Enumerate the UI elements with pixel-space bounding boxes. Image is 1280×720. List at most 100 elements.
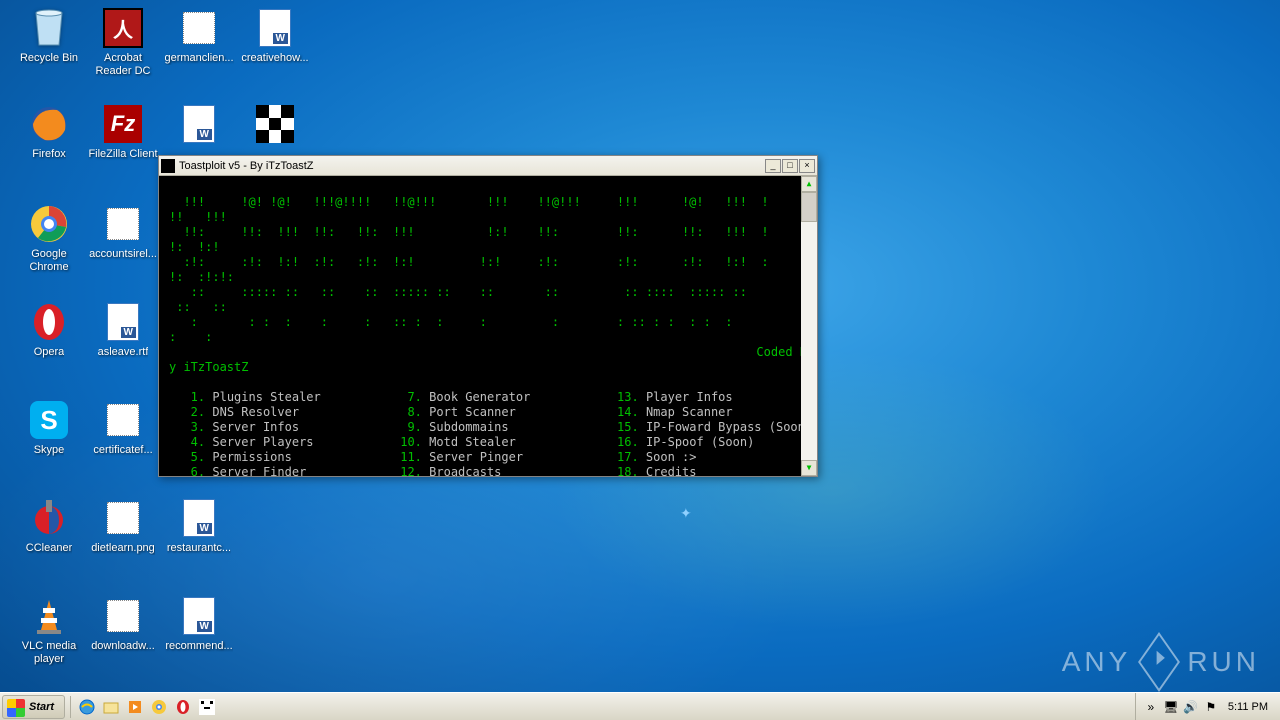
console-window[interactable]: Toastploit v5 - By iTzToastZ _ □ × !!! !… [158,155,818,477]
desktop-icon[interactable]: Opera [12,302,86,382]
placeholder-icon [103,498,143,538]
explorer-icon[interactable] [102,698,120,716]
start-button[interactable]: Start [2,695,65,719]
ccleaner-icon [29,498,69,538]
desktop-icon-label: restaurantc... [167,542,231,555]
desktop-icon[interactable]: Recycle Bin [12,8,86,88]
desktop-icon-label: Skype [34,444,65,457]
banner-row: !!! !@! !@! !!!@!!!! !!@!!! !!! !!@!!! !… [169,195,769,209]
desktop-icon[interactable]: restaurantc... [162,498,236,578]
desktop-icon-label: asleave.rtf [98,346,149,359]
desktop-icon[interactable]: asleave.rtf [86,302,160,382]
close-button[interactable]: × [799,159,815,173]
scroll-thumb[interactable] [801,192,817,222]
desktop-icon[interactable]: certificatef... [86,400,160,480]
desktop-icon[interactable]: Firefox [12,104,86,184]
clock[interactable]: 5:11 PM [1224,701,1272,713]
system-tray[interactable]: » 🖥 🔊 ⚑ 5:11 PM [1135,693,1280,720]
doc-icon [179,596,219,636]
quicklaunch [74,698,220,716]
desktop-icon-label: CCleaner [26,542,72,555]
scroll-down-button[interactable]: ▼ [801,460,817,476]
desktop-icon-label: dietlearn.png [91,542,155,555]
menu-row: 5. Permissions 11. Server Pinger 17. Soo… [169,450,807,465]
menu-row: 4. Server Players 10. Motd Stealer 16. I… [169,435,807,450]
banner-row: : : : : : : :: : : : : : :: : : : : : [169,315,733,329]
banner-row: : : [169,330,212,344]
acrobat-icon: 人 [103,8,143,48]
console-body[interactable]: !!! !@! !@! !!!@!!!! !!@!!! !!! !!@!!! !… [159,176,817,476]
menu-row: 1. Plugins Stealer 7. Book Generator 13.… [169,390,807,405]
banner-row: !: :!:!: [169,270,234,284]
desktop-icon[interactable]: creativehow... [238,8,312,88]
recycle-icon [29,8,69,48]
wmplayer-icon[interactable] [126,698,144,716]
desktop-icon[interactable]: dietlearn.png [86,498,160,578]
desktop-icon-label: Opera [34,346,65,359]
watermark-text2: RUN [1187,646,1260,678]
doc-icon [179,498,219,538]
desktop-icon-label: FileZilla Client [88,148,157,161]
desktop-icon[interactable]: Fz FileZilla Client [86,104,160,184]
maximize-button[interactable]: □ [782,159,798,173]
filezilla-icon: Fz [103,104,143,144]
watermark: ANY RUN [1062,644,1260,680]
desktop-icon-label: recommend... [165,640,232,653]
desktop-icon-label: Google Chrome [12,248,86,274]
tray-chevrons-icon[interactable]: » [1144,700,1158,714]
minimize-button[interactable]: _ [765,159,781,173]
banner-row: :: :: [169,300,227,314]
tray-volume-icon[interactable]: 🔊 [1184,700,1198,714]
desktop-icon[interactable]: CCleaner [12,498,86,578]
skype-icon: S [29,400,69,440]
banner-row: :: ::::: :: :: :: ::::: :: :: :: :: ::::… [169,285,747,299]
vlc-icon [29,596,69,636]
desktop-icon-label: VLC media player [12,640,86,666]
author-line: y iTzToastZ [169,360,248,374]
tray-network-icon[interactable]: 🖥 [1164,700,1178,714]
exe-icon [255,104,295,144]
banner-row: !! !!! [169,210,227,224]
placeholder-icon [103,596,143,636]
desktop-icon-label: Recycle Bin [20,52,78,65]
menu-row: 6. Server Finder 12. Broadcasts 18. Cred… [169,465,807,476]
chrome-icon [29,204,69,244]
scrollbar-vertical[interactable]: ▲ ▼ [801,176,817,476]
placeholder-icon [103,400,143,440]
chrome-icon[interactable] [150,698,168,716]
banner-row: !!: !!: !!! !!: !!: !!! !:! !!: !!: !!: … [169,225,769,239]
desktop-icon-label: accountsirel... [89,248,157,261]
desktop-icon[interactable]: downloadw... [86,596,160,676]
desktop-icon[interactable]: germanclien... [162,8,236,88]
desktop-icon[interactable]: Google Chrome [12,204,86,284]
titlebar[interactable]: Toastploit v5 - By iTzToastZ _ □ × [159,156,817,176]
desktop-icon-label: downloadw... [91,640,155,653]
watermark-text1: ANY [1062,646,1132,678]
scroll-track[interactable] [801,192,817,460]
taskbar[interactable]: Start » 🖥 🔊 ⚑ 5:11 PM [0,692,1280,720]
ie-icon[interactable] [78,698,96,716]
banner-row: :!: :!: !:! :!: :!: !:! !:! :!: :!: :!: … [169,255,769,269]
desktop-icon[interactable]: S Skype [12,400,86,480]
doc-icon [255,8,295,48]
banner-row: !: !:! [169,240,220,254]
desktop-icon[interactable]: recommend... [162,596,236,676]
menu-row: 3. Server Infos 9. Subdommains 15. IP-Fo… [169,420,807,435]
menu-block: 1. Plugins Stealer 7. Book Generator 13.… [169,390,807,476]
app-icon[interactable] [198,698,216,716]
opera-icon [29,302,69,342]
tray-flag-icon[interactable]: ⚑ [1204,700,1218,714]
scroll-up-button[interactable]: ▲ [801,176,817,192]
desktop-icon[interactable]: VLC media player [12,596,86,676]
divider [70,696,71,718]
desktop-icon-label: creativehow... [241,52,308,65]
opera-icon[interactable] [174,698,192,716]
desktop-icon-label: certificatef... [93,444,152,457]
firefox-icon [29,104,69,144]
desktop-icon[interactable]: accountsirel... [86,204,160,284]
coded-by: Coded B [756,345,807,359]
desktop-icon-label: Firefox [32,148,66,161]
doc-icon [103,302,143,342]
desktop-icon[interactable]: 人Acrobat Reader DC [86,8,160,88]
placeholder-icon [179,8,219,48]
